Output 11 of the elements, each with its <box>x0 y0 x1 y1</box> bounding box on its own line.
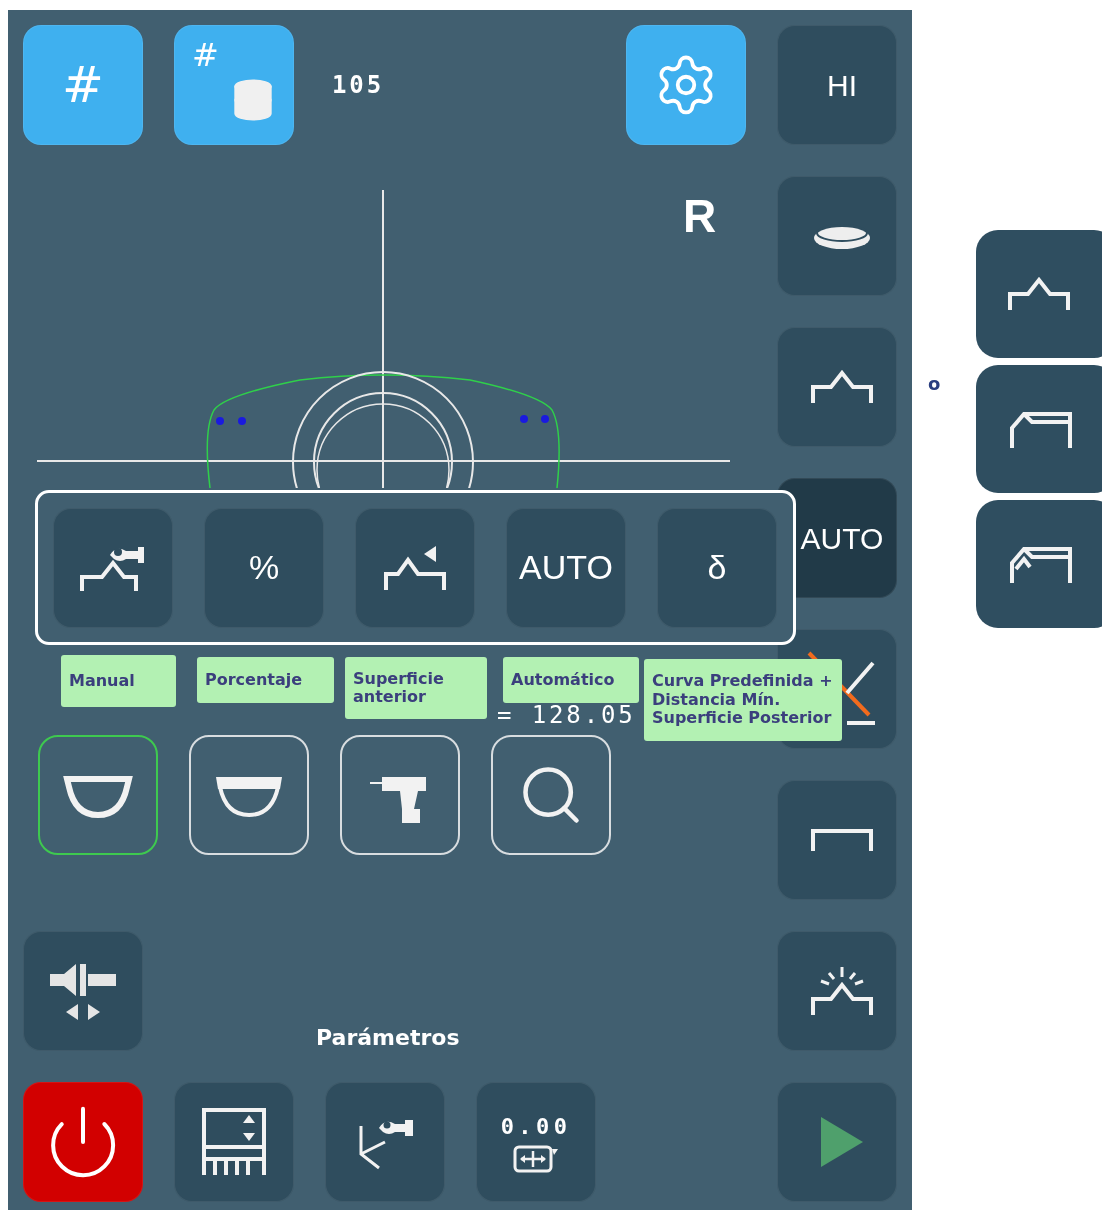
tooltip: Porcentaje <box>197 657 334 703</box>
tooltip: Automático <box>503 657 639 703</box>
tooltip: Curva Predefinida + Distancia Mín. Superficie Posterior <box>644 659 842 741</box>
section-label: Parámetros <box>316 1027 460 1051</box>
tooltip: Superficie anterior <box>345 657 487 719</box>
side-label: R <box>683 193 717 244</box>
reading-text: = 128.05 <box>497 703 636 727</box>
or-label: o <box>928 372 941 396</box>
counter-text: 105 <box>332 70 384 101</box>
tooltip: Manual <box>61 655 176 707</box>
number-sign: # <box>192 39 219 71</box>
